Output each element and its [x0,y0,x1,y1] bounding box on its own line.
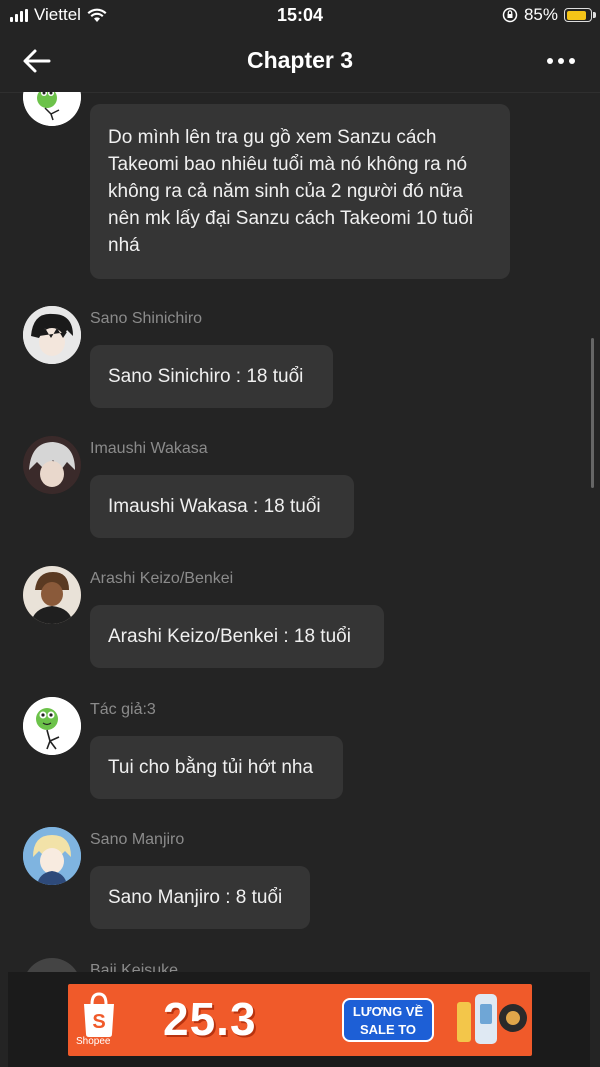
message-text: Sano Manjiro : 8 tuổi [108,887,283,908]
message-bubble: Imaushi Wakasa : 18 tuổi [90,475,354,538]
ad-tag-line2: SALE TO [359,1022,417,1037]
chapter-header: Chapter 3 [0,30,600,93]
sender-name: Sano Shinichiro [90,310,203,327]
frog-avatar-icon [23,92,81,126]
avatar[interactable] [23,697,81,755]
avatar[interactable] [23,306,81,364]
sender-name: Baji Keisuke [90,962,179,972]
message-bubble: Do mình lên tra gu gồ xem Sanzu cách Tak… [90,104,510,279]
sender-name: Sano Manjiro [90,831,185,848]
shopee-bag-icon: S [84,992,114,1037]
blonde-avatar-icon [23,827,81,885]
avatar[interactable] [23,958,81,972]
ad-products-icon [457,994,527,1044]
message-bubble: Sano Sinichiro : 18 tuổi [90,345,333,408]
avatar[interactable] [23,566,81,624]
ad-brand: Shopee [76,1036,111,1047]
more-options-icon[interactable] [546,52,576,70]
message-bubble: Sano Manjiro : 8 tuổi [90,866,310,929]
sender-name: Arashi Keizo/Benkei [90,570,234,587]
message-bubble: Tui cho bằng tủi hớt nha [90,736,343,799]
orientation-lock-icon [502,7,518,23]
page-title: Chapter 3 [246,47,354,73]
message-text: Imaushi Wakasa : 18 tuổi [108,496,321,517]
chat-list[interactable]: Do mình lên tra gu gồ xem Sanzu cách Tak… [0,92,600,972]
status-bar: Viettel 15:04 85% [0,0,600,30]
dark-hair-avatar-icon [23,306,81,364]
message-bubble: Arashi Keizo/Benkei : 18 tuổi [90,605,384,668]
battery-percent: 85% [523,5,558,24]
ad-tag-line1: LƯƠNG VỀ [352,1004,424,1019]
svg-text:S: S [92,1011,105,1033]
message-text: Tui cho bằng tủi hớt nha [108,757,314,778]
message-text: Arashi Keizo/Benkei : 18 tuổi [108,626,351,647]
message-text: Sano Sinichiro : 18 tuổi [108,366,304,387]
white-hair-avatar-icon [23,436,81,494]
ad-headline: 25.3 [163,993,257,1045]
tan-avatar-icon [23,566,81,624]
sender-name: Tác giả:3 [90,701,156,718]
avatar[interactable] [23,436,81,494]
battery-group: 85% [502,5,596,25]
message-text: Do mình lên tra gu gồ xem Sanzu cách Tak… [108,127,474,256]
frog-avatar-icon [23,697,81,755]
ad-tag: LƯƠNG VỀ SALE TO [342,998,434,1042]
sender-name: Imaushi Wakasa [90,440,208,457]
scrollbar-thumb[interactable] [591,338,594,488]
avatar[interactable] [23,92,81,126]
battery-icon [564,8,596,22]
ad-banner[interactable]: S Shopee 25.3 LƯƠNG VỀ SALE TO [68,984,532,1056]
avatar[interactable] [23,827,81,885]
